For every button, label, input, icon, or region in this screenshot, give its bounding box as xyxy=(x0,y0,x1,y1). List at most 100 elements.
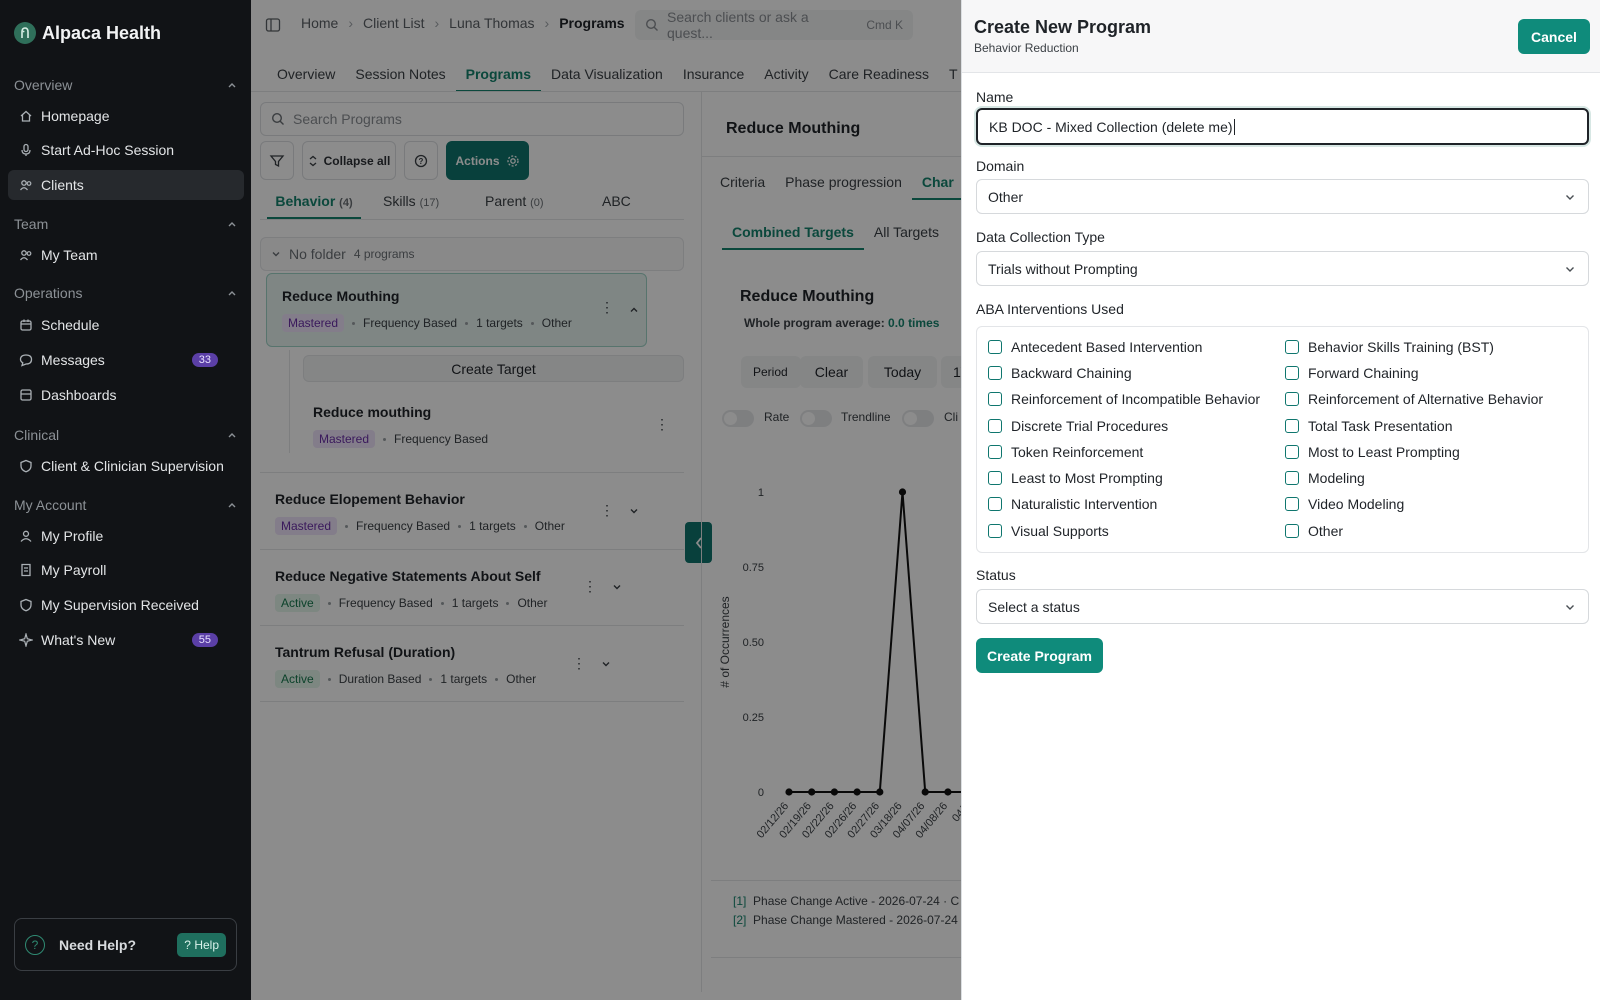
intervention-label: Visual Supports xyxy=(1011,523,1109,539)
checkbox-box[interactable] xyxy=(988,392,1002,406)
sidebar-item-adhoc-session[interactable]: Start Ad-Hoc Session xyxy=(8,135,244,165)
intervention-checkbox[interactable]: Antecedent Based Intervention xyxy=(988,339,1202,355)
sidebar-item-my-payroll[interactable]: My Payroll xyxy=(8,555,244,585)
brand-name: Alpaca Health xyxy=(42,22,162,43)
sidebar-item-my-profile[interactable]: My Profile xyxy=(8,521,244,551)
sidebar-item-label: My Profile xyxy=(41,528,104,544)
text-cursor xyxy=(1233,118,1235,135)
intervention-checkbox[interactable]: Modeling xyxy=(1285,470,1365,486)
name-input-value: KB DOC - Mixed Collection (delete me) xyxy=(989,118,1233,135)
create-program-drawer: Create New Program Behavior Reduction Ca… xyxy=(961,0,1600,1000)
checkbox-box[interactable] xyxy=(1285,392,1299,406)
sidebar-item-label: Clients xyxy=(41,177,84,193)
calendar-icon xyxy=(20,319,32,331)
team-icon xyxy=(19,250,32,261)
checkbox-box[interactable] xyxy=(1285,471,1299,485)
status-select[interactable]: Select a status xyxy=(976,589,1589,624)
checkbox-box[interactable] xyxy=(988,497,1002,511)
cancel-button[interactable]: Cancel xyxy=(1518,19,1590,54)
checkbox-box[interactable] xyxy=(988,366,1002,380)
data-collection-type-select[interactable]: Trials without Prompting xyxy=(976,251,1589,286)
sidebar-item-label: My Team xyxy=(41,247,98,263)
sidebar-item-supervision[interactable]: Client & Clinician Supervision xyxy=(8,451,244,481)
message-icon xyxy=(19,354,33,367)
sidebar-item-homepage[interactable]: Homepage xyxy=(8,101,244,131)
sidebar-item-my-team[interactable]: My Team xyxy=(8,240,244,270)
intervention-checkbox[interactable]: Token Reinforcement xyxy=(988,444,1143,460)
checkbox-box[interactable] xyxy=(1285,419,1299,433)
sidebar-item-messages[interactable]: Messages 33 xyxy=(8,345,244,375)
sidebar: Alpaca Health Overview Homepage Start Ad… xyxy=(0,0,251,1000)
sidebar-item-label: Schedule xyxy=(41,317,100,333)
domain-select[interactable]: Other xyxy=(976,179,1589,214)
intervention-checkbox[interactable]: Visual Supports xyxy=(988,523,1109,539)
user-icon xyxy=(20,530,32,542)
mic-icon xyxy=(21,143,31,156)
alpaca-logo-icon xyxy=(14,22,36,44)
help-title: Need Help? xyxy=(59,936,137,953)
checkbox-box[interactable] xyxy=(988,419,1002,433)
unread-badge: 33 xyxy=(191,353,218,367)
intervention-checkbox[interactable]: Reinforcement of Alternative Behavior xyxy=(1285,391,1543,407)
data-collection-type-value: Trials without Prompting xyxy=(988,260,1138,277)
intervention-label: Other xyxy=(1308,523,1344,539)
checkbox-box[interactable] xyxy=(988,340,1002,354)
checkbox-box[interactable] xyxy=(1285,340,1299,354)
sidebar-item-supervision-received[interactable]: My Supervision Received xyxy=(8,590,244,620)
chevron-down-icon xyxy=(1566,195,1574,200)
intervention-checkbox[interactable]: Backward Chaining xyxy=(988,365,1132,381)
intervention-checkbox[interactable]: Least to Most Prompting xyxy=(988,470,1163,486)
checkbox-box[interactable] xyxy=(1285,524,1299,538)
intervention-checkbox[interactable]: Video Modeling xyxy=(1285,496,1404,512)
question-icon: ? xyxy=(25,934,45,955)
intervention-label: Modeling xyxy=(1308,470,1365,486)
section-team[interactable]: Team xyxy=(14,216,237,232)
checkbox-box[interactable] xyxy=(1285,366,1299,380)
section-overview[interactable]: Overview xyxy=(14,77,237,93)
help-button-label: Help xyxy=(194,937,219,952)
intervention-label: Reinforcement of Alternative Behavior xyxy=(1308,391,1544,407)
sidebar-item-schedule[interactable]: Schedule xyxy=(8,310,244,340)
checkbox-box[interactable] xyxy=(988,445,1002,459)
intervention-checkbox[interactable]: Naturalistic Intervention xyxy=(988,496,1157,512)
chevron-down-icon xyxy=(1566,267,1574,272)
section-my-account[interactable]: My Account xyxy=(14,497,237,513)
section-clinical[interactable]: Clinical xyxy=(14,427,237,443)
create-program-button[interactable]: Create Program xyxy=(976,638,1103,673)
chevron-up-icon xyxy=(228,433,236,438)
help-button[interactable]: ? Help xyxy=(177,932,226,957)
intervention-checkbox[interactable]: Total Task Presentation xyxy=(1285,418,1453,434)
shield-icon xyxy=(20,598,32,612)
intervention-checkbox[interactable]: Behavior Skills Training (BST) xyxy=(1285,339,1494,355)
intervention-checkbox[interactable]: Other xyxy=(1285,523,1343,539)
sidebar-item-label: Dashboards xyxy=(41,387,117,403)
name-input[interactable]: KB DOC - Mixed Collection (delete me) xyxy=(976,108,1589,145)
sidebar-item-whats-new[interactable]: What's New 55 xyxy=(8,625,244,655)
sidebar-item-dashboards[interactable]: Dashboards xyxy=(8,380,244,410)
intervention-checkbox[interactable]: Most to Least Prompting xyxy=(1285,444,1460,460)
modal-backdrop[interactable] xyxy=(251,0,961,1000)
brand[interactable]: Alpaca Health xyxy=(14,22,161,44)
intervention-checkbox[interactable]: Forward Chaining xyxy=(1285,365,1419,381)
checkbox-box[interactable] xyxy=(1285,497,1299,511)
intervention-label: Naturalistic Intervention xyxy=(1011,496,1158,512)
chevron-up-icon xyxy=(228,222,236,227)
intervention-checkbox[interactable]: Discrete Trial Procedures xyxy=(988,418,1168,434)
sidebar-item-clients[interactable]: Clients xyxy=(8,170,244,200)
checkbox-box[interactable] xyxy=(1285,445,1299,459)
intervention-label: Behavior Skills Training (BST) xyxy=(1308,339,1494,355)
status-label: Status xyxy=(976,567,1016,583)
sparkle-icon xyxy=(19,633,33,647)
intervention-label: Antecedent Based Intervention xyxy=(1011,339,1203,355)
section-operations[interactable]: Operations xyxy=(14,285,237,301)
intervention-checkbox[interactable]: Reinforcement of Incompatible Behavior xyxy=(988,391,1260,407)
checkbox-box[interactable] xyxy=(988,471,1002,485)
section-title: My Account xyxy=(14,497,87,513)
chevron-up-icon xyxy=(228,291,236,296)
data-collection-type-label: Data Collection Type xyxy=(976,229,1105,245)
intervention-label: Most to Least Prompting xyxy=(1308,444,1460,460)
intervention-label: Token Reinforcement xyxy=(1011,444,1144,460)
sidebar-item-label: My Supervision Received xyxy=(41,597,199,613)
shield-icon xyxy=(20,459,32,473)
checkbox-box[interactable] xyxy=(988,524,1002,538)
